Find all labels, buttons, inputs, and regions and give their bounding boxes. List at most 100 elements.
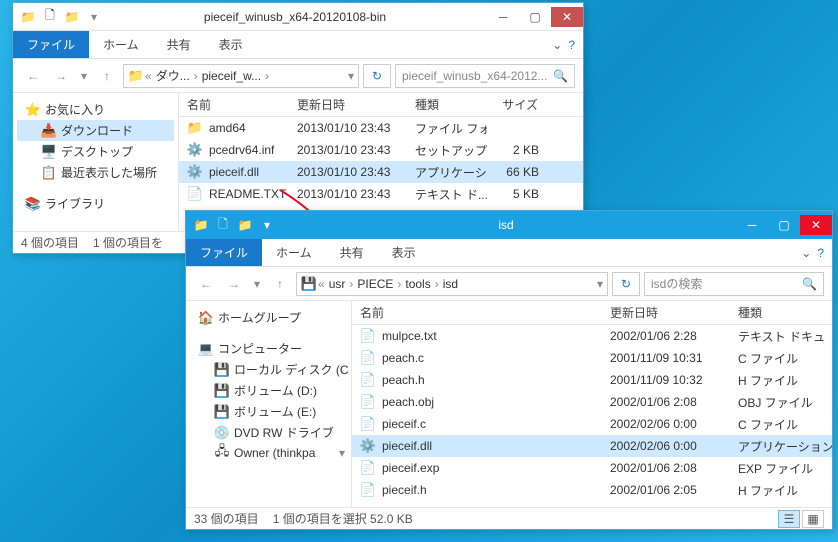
address-dropdown-icon[interactable]: ▾ — [348, 69, 354, 83]
new-folder-icon[interactable]: 📁 — [63, 8, 81, 26]
file-list[interactable]: 名前 更新日時 種類 📄mulpce.txt2002/01/06 2:28テキス… — [352, 301, 832, 507]
tree-libraries[interactable]: 📚ライブラリ — [17, 193, 174, 214]
address-bar[interactable]: 💾 « usr › PIECE › tools › isd ▾ — [296, 272, 608, 296]
up-button[interactable]: ↑ — [268, 272, 292, 296]
nav-tree[interactable]: 🏠ホームグループ 💻コンピューター 💾ローカル ディスク (C 💾ボリューム (… — [186, 301, 352, 507]
tree-recent[interactable]: 📋最近表示した場所 — [17, 162, 174, 183]
search-input[interactable]: isdの検索 🔍 — [644, 272, 824, 296]
path-segment[interactable]: pieceif_w... — [199, 69, 264, 83]
file-type: テキスト ドキュ — [730, 328, 832, 345]
tree-favorites[interactable]: ⭐お気に入り — [17, 99, 174, 120]
refresh-button[interactable]: ↻ — [612, 272, 640, 296]
history-dropdown[interactable]: ▾ — [250, 272, 264, 296]
file-date: 2001/11/09 10:32 — [602, 373, 730, 387]
ribbon-file-tab[interactable]: ファイル — [13, 31, 89, 58]
dvd-icon: 💿 — [214, 425, 230, 441]
tree-drive-c[interactable]: 💾ローカル ディスク (C — [190, 359, 347, 380]
file-date: 2002/02/06 0:00 — [602, 417, 730, 431]
new-folder-icon[interactable]: 📁 — [236, 216, 254, 234]
file-row[interactable]: ⚙️pieceif.dll2002/02/06 0:00アプリケーション — [352, 435, 832, 457]
nav-tree[interactable]: ⭐お気に入り 📥ダウンロード 🖥️デスクトップ 📋最近表示した場所 📚ライブラリ — [13, 93, 179, 231]
file-row[interactable]: 📁amd642013/01/10 23:43ファイル フォ... — [179, 117, 583, 139]
ribbon-home-tab[interactable]: ホーム — [262, 239, 326, 266]
file-row[interactable]: 📄peach.h2001/11/09 10:32H ファイル — [352, 369, 832, 391]
ribbon-view-tab[interactable]: 表示 — [378, 239, 430, 266]
tree-drive-e[interactable]: 💾ボリューム (E:) — [190, 401, 347, 422]
file-size: 2 KB — [487, 143, 547, 157]
file-row[interactable]: 📄peach.obj2002/01/06 2:08OBJ ファイル — [352, 391, 832, 413]
file-row[interactable]: 📄pieceif.c2002/02/06 0:00C ファイル — [352, 413, 832, 435]
titlebar[interactable]: 📁 🗋 📁 ▾ isd ─ ▢ ✕ — [186, 211, 832, 239]
file-row[interactable]: 📄mulpce.txt2002/01/06 2:28テキスト ドキュ — [352, 325, 832, 347]
maximize-button[interactable]: ▢ — [519, 7, 551, 27]
file-name: pcedrv64.inf — [209, 143, 274, 157]
minimize-button[interactable]: ─ — [736, 215, 768, 235]
file-row[interactable]: ⚙️pieceif.dll2013/01/10 23:43アプリケーシ...66… — [179, 161, 583, 183]
file-row[interactable]: 📄peach.c2001/11/09 10:31C ファイル — [352, 347, 832, 369]
refresh-button[interactable]: ↻ — [363, 64, 391, 88]
file-row[interactable]: ⚙️pcedrv64.inf2013/01/10 23:43セットアップ...2… — [179, 139, 583, 161]
path-segment[interactable]: ダウ... — [153, 67, 193, 84]
up-button[interactable]: ↑ — [95, 64, 119, 88]
col-name[interactable]: 名前 — [179, 96, 289, 113]
properties-icon[interactable]: 🗋 — [214, 216, 232, 234]
folder-icon: 📁 — [19, 8, 37, 26]
ribbon-file-tab[interactable]: ファイル — [186, 239, 262, 266]
file-type: C ファイル — [730, 350, 832, 367]
path-segment[interactable]: isd — [440, 277, 461, 291]
help-icon[interactable]: ? — [568, 38, 575, 52]
forward-button[interactable]: → — [222, 272, 246, 296]
file-name: peach.h — [382, 373, 425, 387]
ribbon-share-tab[interactable]: 共有 — [326, 239, 378, 266]
chevron-down-icon[interactable]: ▾ — [258, 216, 276, 234]
col-name[interactable]: 名前 — [352, 304, 602, 321]
back-button[interactable]: ← — [21, 64, 45, 88]
details-view-button[interactable]: ☰ — [778, 510, 800, 528]
icons-view-button[interactable]: ▦ — [802, 510, 824, 528]
back-button[interactable]: ← — [194, 272, 218, 296]
history-dropdown[interactable]: ▾ — [77, 64, 91, 88]
tree-homegroup[interactable]: 🏠ホームグループ — [190, 307, 347, 328]
expand-ribbon-icon[interactable]: ⌄ — [552, 38, 562, 52]
file-row[interactable]: 📄README.TXT2013/01/10 23:43テキスト ド...5 KB — [179, 183, 583, 205]
col-type[interactable]: 種類 — [407, 96, 487, 113]
chevron-down-icon[interactable]: ▾ — [85, 8, 103, 26]
tree-dvd[interactable]: 💿DVD RW ドライブ — [190, 422, 347, 443]
file-name: mulpce.txt — [382, 329, 437, 343]
file-type: H ファイル — [730, 372, 832, 389]
close-button[interactable]: ✕ — [551, 7, 583, 27]
path-segment[interactable]: tools — [402, 277, 433, 291]
tree-network-share[interactable]: 🖧Owner (thinkpa▾ — [190, 443, 347, 463]
forward-button[interactable]: → — [49, 64, 73, 88]
properties-icon[interactable]: 🗋 — [41, 8, 59, 26]
tree-downloads[interactable]: 📥ダウンロード — [17, 120, 174, 141]
col-type[interactable]: 種類 — [730, 304, 832, 321]
expand-ribbon-icon[interactable]: ⌄ — [801, 246, 811, 260]
path-segment[interactable]: usr — [326, 277, 349, 291]
tree-desktop[interactable]: 🖥️デスクトップ — [17, 141, 174, 162]
path-segment[interactable]: PIECE — [354, 277, 396, 291]
ribbon-share-tab[interactable]: 共有 — [153, 31, 205, 58]
file-icon: ⚙️ — [187, 164, 203, 180]
col-size[interactable]: サイズ — [487, 96, 547, 113]
close-button[interactable]: ✕ — [800, 215, 832, 235]
help-icon[interactable]: ? — [817, 246, 824, 260]
search-input[interactable]: pieceif_winusb_x64-2012... 🔍 — [395, 64, 575, 88]
tree-computer[interactable]: 💻コンピューター — [190, 338, 347, 359]
file-name: pieceif.dll — [209, 165, 259, 179]
col-date[interactable]: 更新日時 — [289, 96, 407, 113]
ribbon-home-tab[interactable]: ホーム — [89, 31, 153, 58]
minimize-button[interactable]: ─ — [487, 7, 519, 27]
file-row[interactable]: 📄pieceif.h2002/01/06 2:05H ファイル — [352, 479, 832, 501]
address-bar[interactable]: 📁 « ダウ... › pieceif_w... › ▾ — [123, 64, 359, 88]
titlebar[interactable]: 📁 🗋 📁 ▾ pieceif_winusb_x64-20120108-bin … — [13, 3, 583, 31]
file-row[interactable]: 📄pieceif.exp2002/01/06 2:08EXP ファイル — [352, 457, 832, 479]
ribbon-view-tab[interactable]: 表示 — [205, 31, 257, 58]
address-dropdown-icon[interactable]: ▾ — [597, 277, 603, 291]
tree-drive-d[interactable]: 💾ボリューム (D:) — [190, 380, 347, 401]
column-headers[interactable]: 名前 更新日時 種類 サイズ — [179, 93, 583, 117]
maximize-button[interactable]: ▢ — [768, 215, 800, 235]
column-headers[interactable]: 名前 更新日時 種類 — [352, 301, 832, 325]
file-type: セットアップ... — [407, 142, 487, 159]
col-date[interactable]: 更新日時 — [602, 304, 730, 321]
